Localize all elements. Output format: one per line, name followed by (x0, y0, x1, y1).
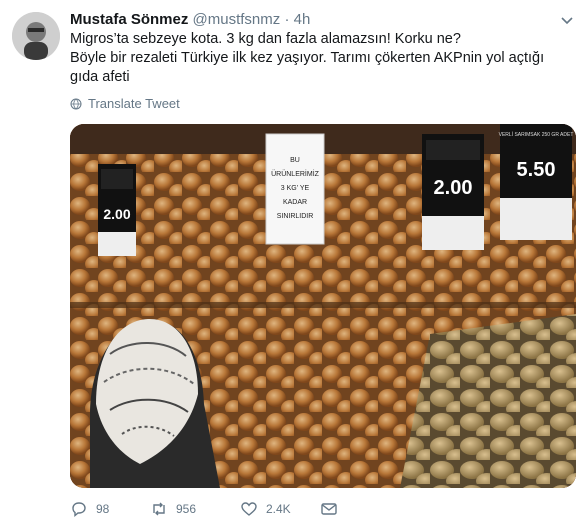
reply-button[interactable]: 98 (70, 500, 150, 518)
like-button[interactable]: 2.4K (240, 500, 320, 518)
price-right-label: VERLİ SARIMSAK 250 GR ADET (499, 131, 574, 138)
sign-line-3: 3 KG' YE (281, 185, 310, 192)
direct-message-button[interactable] (320, 500, 400, 518)
sign-line-4: KADAR (283, 199, 307, 206)
tweet-text-line2: Böyle bir rezaleti Türkiye ilk kez yaşıy… (70, 50, 545, 85)
market-photo: 2.00 BU ÜRÜNLERİMİZ 3 KG' YE KADAR SINIR… (70, 124, 576, 488)
translate-tweet-link[interactable]: Translate Tweet (70, 96, 180, 111)
like-count: 2.4K (266, 502, 291, 516)
price-left-text: 2.00 (103, 206, 130, 222)
tweet-time[interactable]: 4h (294, 11, 311, 28)
quota-sign: BU ÜRÜNLERİMİZ 3 KG' YE KADAR SINIRLIDIR (265, 133, 325, 245)
tweet-text: Migros’ta sebzeye kota. 3 kg dan fazla a… (70, 30, 570, 87)
sign-line-2: ÜRÜNLERİMİZ (271, 169, 320, 178)
globe-icon (70, 98, 82, 109)
chevron-down-icon[interactable] (560, 14, 574, 28)
reply-count: 98 (96, 502, 110, 516)
price-tag-right: VERLİ SARIMSAK 250 GR ADET 5.50 (499, 124, 574, 240)
tweet-header: Mustafa Sönmez @mustfsnmz · 4h (70, 10, 310, 30)
price-tag-left: 2.00 (98, 164, 136, 256)
price-right-text: 5.50 (517, 159, 556, 181)
envelope-icon (321, 503, 337, 515)
tweet-photo[interactable]: 2.00 BU ÜRÜNLERİMİZ 3 KG' YE KADAR SINIR… (70, 124, 576, 488)
author-handle[interactable]: @mustfsnmz (193, 11, 281, 28)
retweet-count: 956 (176, 502, 197, 516)
retweet-button[interactable]: 956 (150, 500, 240, 518)
retweet-icon (153, 502, 165, 516)
price-tag-mid: 2.00 (422, 134, 484, 250)
tweet-actions: 98 956 2.4K (70, 500, 400, 518)
separator-dot: · (284, 11, 290, 28)
avatar-image (12, 12, 60, 60)
reply-icon (72, 502, 86, 517)
author-name[interactable]: Mustafa Sönmez (70, 11, 188, 28)
tweet-text-line1: Migros’ta sebzeye kota. 3 kg dan fazla a… (70, 31, 461, 47)
avatar[interactable] (12, 12, 60, 60)
heart-icon (241, 502, 257, 516)
translate-label: Translate Tweet (88, 96, 180, 111)
sign-line-1: BU (290, 157, 300, 164)
sign-line-5: SINIRLIDIR (277, 213, 314, 220)
price-mid-text: 2.00 (434, 177, 473, 199)
